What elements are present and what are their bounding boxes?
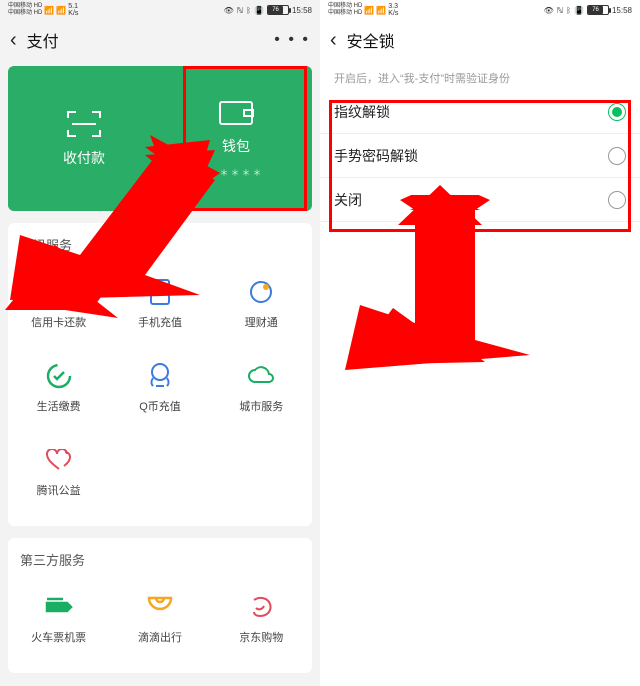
wallet-button[interactable]: 钱包 ＊＊＊＊＊ (160, 66, 312, 211)
nfc-icon: 👁 (544, 6, 554, 15)
service-credit-card[interactable]: 信用卡还款 (8, 262, 109, 346)
service-city[interactable]: 城市服务 (211, 346, 312, 430)
nfc-icon: ℕ (237, 6, 243, 15)
back-icon[interactable]: ‹ (330, 29, 337, 52)
nfc-icon: 👁 (224, 6, 234, 15)
qq-icon (146, 362, 174, 390)
page-title: 支付 (27, 28, 59, 52)
pay-receive-button[interactable]: 收付款 (8, 66, 160, 211)
jd-icon (247, 593, 275, 621)
svg-text:¥: ¥ (156, 284, 164, 298)
screen-security-lock: 中国移动 HD中国移动 HD 📶 📶 3.3 K/s 👁 ℕ ᛒ 📳 76 15… (320, 0, 640, 686)
third-party-services: 第三方服务 火车票机票 滴滴出行 京东购物 (8, 538, 312, 673)
bluetooth-icon: ᛒ (566, 6, 571, 15)
service-jd[interactable]: 京东购物 (211, 577, 312, 661)
hint-text: 开启后，进入“我-支付”时需验证身份 (320, 60, 640, 90)
page-title: 安全锁 (347, 28, 395, 52)
wallet-icon (218, 98, 254, 126)
service-licaitong[interactable]: 理财通 (211, 262, 312, 346)
radio-on-icon (608, 103, 626, 121)
radio-off-icon (608, 147, 626, 165)
service-didi[interactable]: 滴滴出行 (109, 577, 210, 661)
option-fingerprint[interactable]: 指纹解锁 (320, 90, 640, 134)
signal-icon: 📶 (56, 6, 66, 15)
clock: 15:58 (292, 6, 312, 15)
checkmark-icon (45, 362, 73, 390)
didi-icon (146, 593, 174, 621)
cloud-icon (247, 362, 275, 390)
option-gesture[interactable]: 手势密码解锁 (320, 134, 640, 178)
card-icon (45, 278, 73, 306)
clock: 15:58 (612, 6, 632, 15)
back-icon[interactable]: ‹ (10, 29, 17, 52)
section-title: 第三方服务 (8, 550, 312, 577)
tencent-services: 腾讯服务 信用卡还款 ¥手机充值 理财通 生活缴费 Q币充值 城市服务 腾讯公益 (8, 223, 312, 526)
service-qcoin[interactable]: Q币充值 (109, 346, 210, 430)
service-mobile-topup[interactable]: ¥手机充值 (109, 262, 210, 346)
screen-payment: 中国移动 HD中国移动 HD 📶 📶 5.1 K/s 👁 ℕ ᛒ 📳 76 15… (0, 0, 320, 686)
more-icon[interactable]: • • • (274, 31, 310, 49)
signal-icon: 📶 (44, 6, 54, 15)
scan-icon (66, 110, 102, 138)
vibrate-icon: 📳 (254, 6, 264, 15)
signal-icon: 📶 (364, 6, 374, 15)
finance-icon (247, 278, 275, 306)
wallet-panel: 收付款 钱包 ＊＊＊＊＊ (8, 66, 312, 211)
status-bar: 中国移动 HD中国移动 HD 📶 📶 3.3 K/s 👁 ℕ ᛒ 📳 76 15… (320, 0, 640, 20)
option-off[interactable]: 关闭 (320, 178, 640, 222)
service-utilities[interactable]: 生活缴费 (8, 346, 109, 430)
heart-icon (45, 446, 73, 474)
nfc-icon: ℕ (557, 6, 563, 15)
mobile-icon: ¥ (146, 278, 174, 306)
signal-icon: 📶 (376, 6, 386, 15)
status-bar: 中国移动 HD中国移动 HD 📶 📶 5.1 K/s 👁 ℕ ᛒ 📳 76 15… (0, 0, 320, 20)
section-title: 腾讯服务 (8, 235, 312, 262)
vibrate-icon: 📳 (574, 6, 584, 15)
bluetooth-icon: ᛒ (246, 6, 251, 15)
radio-off-icon (608, 191, 626, 209)
nav-bar: ‹ 支付 • • • (0, 20, 320, 60)
service-charity[interactable]: 腾讯公益 (8, 430, 109, 514)
service-train[interactable]: 火车票机票 (8, 577, 109, 661)
train-icon (45, 593, 73, 621)
nav-bar: ‹ 安全锁 (320, 20, 640, 60)
